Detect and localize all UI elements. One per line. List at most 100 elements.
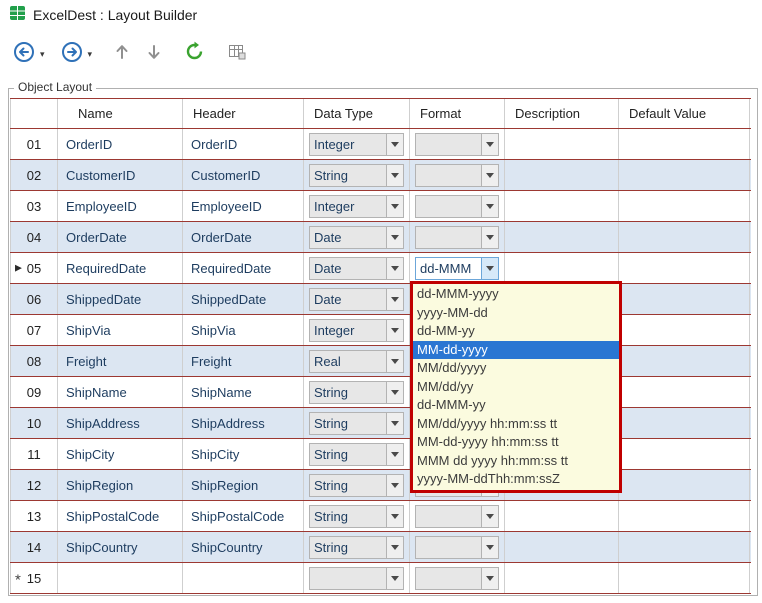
cell-default[interactable]	[619, 470, 750, 500]
format-combo[interactable]	[415, 536, 499, 559]
move-up-button[interactable]	[114, 40, 130, 68]
format-option[interactable]: MM/dd/yy	[413, 378, 619, 397]
cell-header[interactable]: RequiredDate	[183, 253, 304, 283]
row-selector[interactable]: 08	[10, 346, 58, 376]
table-row[interactable]: 04 OrderDate OrderDate Date	[10, 222, 751, 253]
forward-button[interactable]	[61, 40, 83, 68]
datatype-combo[interactable]: Integer	[309, 319, 404, 342]
table-row[interactable]: 11 ShipCity ShipCity String	[10, 439, 751, 470]
cell-name[interactable]: ShipCity	[58, 439, 183, 469]
cell-name[interactable]: OrderID	[58, 129, 183, 159]
format-option[interactable]: MMM dd yyyy hh:mm:ss tt	[413, 452, 619, 471]
table-row[interactable]: 01 OrderID OrderID Integer	[10, 129, 751, 160]
format-option[interactable]: dd-MMM-yyyy	[413, 285, 619, 304]
table-row[interactable]: * 15	[10, 563, 751, 594]
table-row[interactable]: 10 ShipAddress ShipAddress String	[10, 408, 751, 439]
datatype-combo[interactable]: String	[309, 164, 404, 187]
format-option[interactable]: yyyy-MM-dd	[413, 304, 619, 323]
cell-name[interactable]: EmployeeID	[58, 191, 183, 221]
datatype-combo[interactable]: Date	[309, 288, 404, 311]
table-row[interactable]: 02 CustomerID CustomerID String	[10, 160, 751, 191]
row-selector[interactable]: 09	[10, 377, 58, 407]
cell-header[interactable]: ShipVia	[183, 315, 304, 345]
chevron-down-icon[interactable]	[386, 134, 403, 155]
row-selector[interactable]: 10	[10, 408, 58, 438]
row-selector[interactable]: 07	[10, 315, 58, 345]
back-button[interactable]	[13, 40, 35, 68]
refresh-button[interactable]	[184, 40, 205, 68]
chevron-down-icon[interactable]	[386, 289, 403, 310]
cell-default[interactable]	[619, 532, 750, 562]
chevron-down-icon[interactable]	[386, 475, 403, 496]
column-header-format[interactable]: Format	[410, 99, 505, 128]
chevron-down-icon[interactable]	[386, 196, 403, 217]
cell-default[interactable]	[619, 191, 750, 221]
format-combo[interactable]	[415, 505, 499, 528]
datatype-combo[interactable]: Integer	[309, 195, 404, 218]
cell-header[interactable]: ShipCity	[183, 439, 304, 469]
column-header-header[interactable]: Header	[183, 99, 304, 128]
chevron-down-icon[interactable]	[386, 537, 403, 558]
cell-description[interactable]	[505, 160, 619, 190]
cell-default[interactable]	[619, 439, 750, 469]
chevron-down-icon[interactable]	[481, 506, 498, 527]
cell-default[interactable]	[619, 501, 750, 531]
chevron-down-icon[interactable]	[481, 165, 498, 186]
row-selector[interactable]: ▶ 05	[10, 253, 58, 283]
table-row[interactable]: 13 ShipPostalCode ShipPostalCode String	[10, 501, 751, 532]
datatype-combo[interactable]	[309, 567, 404, 590]
chevron-down-icon[interactable]	[481, 258, 498, 279]
cell-name[interactable]: OrderDate	[58, 222, 183, 252]
datatype-combo[interactable]: String	[309, 536, 404, 559]
chevron-down-icon[interactable]	[386, 227, 403, 248]
datatype-combo[interactable]: String	[309, 505, 404, 528]
cell-default[interactable]	[619, 160, 750, 190]
column-header-description[interactable]: Description	[505, 99, 619, 128]
cell-name[interactable]	[58, 563, 183, 593]
datatype-combo[interactable]: Integer	[309, 133, 404, 156]
grid-view-button[interactable]	[227, 40, 246, 68]
cell-header[interactable]: OrderID	[183, 129, 304, 159]
datatype-combo[interactable]: Date	[309, 226, 404, 249]
cell-name[interactable]: ShipName	[58, 377, 183, 407]
cell-default[interactable]	[619, 408, 750, 438]
cell-default[interactable]	[619, 222, 750, 252]
column-header-datatype[interactable]: Data Type	[304, 99, 410, 128]
table-row[interactable]: ▶ 05 RequiredDate RequiredDate Date dd-M…	[10, 253, 751, 284]
cell-header[interactable]: ShipName	[183, 377, 304, 407]
table-row[interactable]: 07 ShipVia ShipVia Integer	[10, 315, 751, 346]
row-selector[interactable]: 14	[10, 532, 58, 562]
cell-name[interactable]: RequiredDate	[58, 253, 183, 283]
cell-default[interactable]	[619, 346, 750, 376]
format-combo[interactable]	[415, 226, 499, 249]
table-row[interactable]: 08 Freight Freight Real	[10, 346, 751, 377]
cell-name[interactable]: CustomerID	[58, 160, 183, 190]
datatype-combo[interactable]: Date	[309, 257, 404, 280]
cell-default[interactable]	[619, 377, 750, 407]
row-selector[interactable]: 03	[10, 191, 58, 221]
cell-description[interactable]	[505, 191, 619, 221]
cell-default[interactable]	[619, 253, 750, 283]
row-selector[interactable]: 01	[10, 129, 58, 159]
cell-description[interactable]	[505, 222, 619, 252]
cell-header[interactable]: ShipRegion	[183, 470, 304, 500]
format-option[interactable]: MM-dd-yyyy hh:mm:ss tt	[413, 433, 619, 452]
forward-menu-button[interactable]: ▾	[89, 40, 93, 68]
cell-header[interactable]: ShipPostalCode	[183, 501, 304, 531]
cell-description[interactable]	[505, 532, 619, 562]
format-combo[interactable]	[415, 195, 499, 218]
chevron-down-icon[interactable]	[481, 537, 498, 558]
table-row[interactable]: 12 ShipRegion ShipRegion String	[10, 470, 751, 501]
cell-header[interactable]: ShipAddress	[183, 408, 304, 438]
cell-header[interactable]: ShippedDate	[183, 284, 304, 314]
cell-default[interactable]	[619, 284, 750, 314]
row-selector[interactable]: 12	[10, 470, 58, 500]
cell-name[interactable]: ShipAddress	[58, 408, 183, 438]
table-row[interactable]: 03 EmployeeID EmployeeID Integer	[10, 191, 751, 222]
format-option[interactable]: dd-MM-yy	[413, 322, 619, 341]
table-row[interactable]: 09 ShipName ShipName String	[10, 377, 751, 408]
chevron-down-icon[interactable]	[481, 196, 498, 217]
cell-header[interactable]: Freight	[183, 346, 304, 376]
table-row[interactable]: 06 ShippedDate ShippedDate Date	[10, 284, 751, 315]
datatype-combo[interactable]: String	[309, 474, 404, 497]
